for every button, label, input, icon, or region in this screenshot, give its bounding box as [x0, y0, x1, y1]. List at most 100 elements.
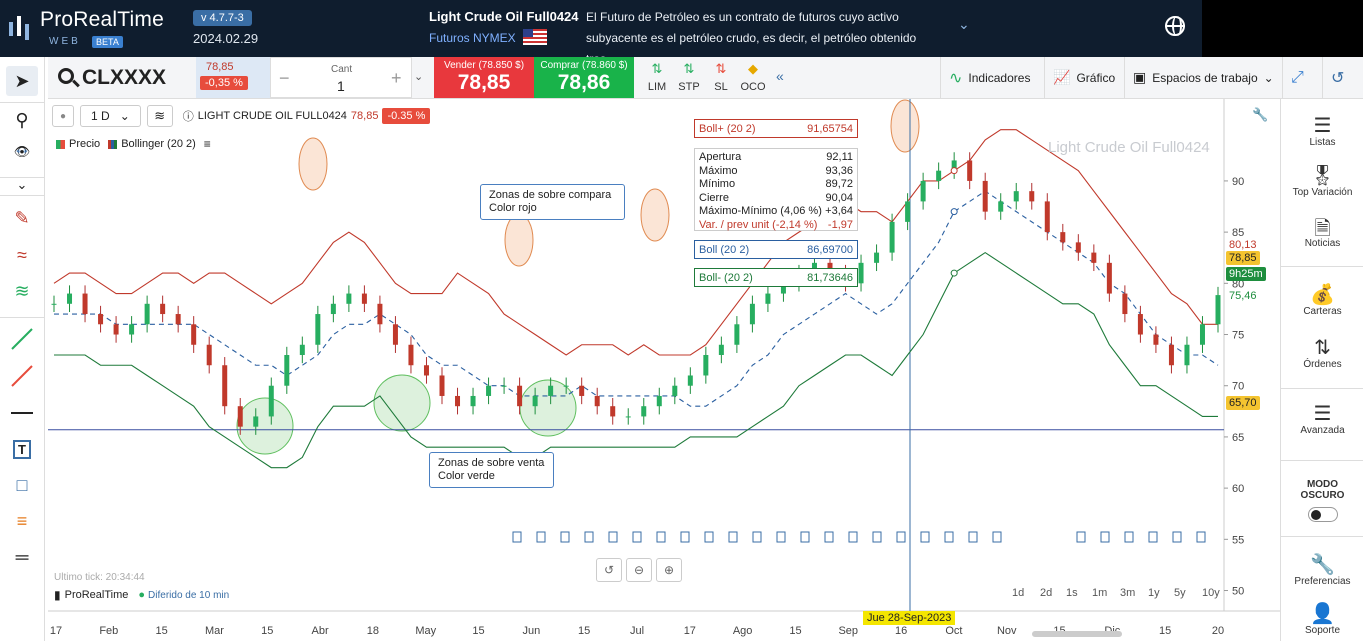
sell-button[interactable]: Vender (78.850 $) 78,85 — [434, 57, 534, 98]
hline-price-tag: 65,70 — [1226, 396, 1260, 410]
chart-type-icon[interactable]: ≋ — [146, 105, 173, 127]
tf-1s[interactable]: 1s — [1062, 585, 1082, 601]
refresh-icon[interactable]: ↺ — [1322, 57, 1363, 98]
info-icon[interactable]: ⓘ — [183, 108, 194, 124]
fullscreen-icon[interactable]: ⤢ — [1282, 57, 1322, 98]
app-logo[interactable]: ProRealTime WEB BETA — [6, 6, 196, 50]
oversold-note[interactable]: Zonas de sobre venta Color verde — [429, 452, 554, 488]
chart-button[interactable]: 📈 Gráfico — [1044, 57, 1124, 98]
candle-body — [439, 375, 445, 396]
x-tick-label: 15 — [789, 625, 801, 637]
buy-price: 78,86 — [557, 71, 611, 94]
chevron-down-icon[interactable]: ⌄ — [414, 70, 423, 83]
rectangle-add-icon[interactable]: □ — [6, 470, 38, 500]
top-variation-button[interactable]: 🎖 Top Variación — [1281, 163, 1363, 198]
version-badge: v 4.7.7-3 — [193, 10, 252, 26]
lock-icon[interactable]: ● — [52, 105, 74, 127]
limit-order-button[interactable]: ⇅ LIM — [642, 61, 672, 93]
ohlc-row: Mínimo 89,72 — [699, 178, 853, 190]
x-tick-label: 20 — [1212, 625, 1224, 637]
dark-mode-toggle[interactable] — [1308, 507, 1338, 522]
candle-body — [687, 375, 693, 386]
text-tool-icon[interactable]: T — [6, 434, 38, 464]
chart-area[interactable]: 50 55 60 65 70 75 80 85 90 17 Feb 15 Mar 15 Abr 18 May 15… — [48, 99, 1280, 641]
zoom-in-icon[interactable]: ⊕ — [656, 558, 682, 582]
candle-body — [889, 221, 895, 253]
tf-1m[interactable]: 1m — [1088, 585, 1111, 601]
band-cursor-marker — [950, 208, 958, 216]
collapse-icon[interactable]: « — [776, 68, 784, 84]
quantity-stepper[interactable]: − Cant 1 + — [270, 57, 412, 98]
globe-icon[interactable] — [1165, 16, 1185, 36]
chart-title: LIGHT CRUDE OIL FULL0424 — [197, 110, 347, 122]
format-icon[interactable]: ≡ — [6, 506, 38, 536]
news-button[interactable]: 🗎 Noticias — [1281, 214, 1363, 249]
eye-icon[interactable]: 👁 — [6, 137, 38, 167]
qty-value[interactable]: 1 — [337, 78, 345, 94]
order-bar: CLXXXX 78,85 -0,35 % − Cant 1 + ⌄ Vender… — [48, 57, 1363, 99]
candle-body — [1137, 314, 1143, 335]
support-button[interactable]: 👤 Soporte — [1281, 601, 1363, 636]
candle-body — [222, 365, 228, 407]
ohlc-row: Apertura 92,11 — [699, 151, 853, 163]
ruler-icon[interactable]: ═ — [6, 542, 38, 572]
channel-icon[interactable]: ≋ — [6, 276, 38, 306]
trendline-pen-icon[interactable]: ✎ — [6, 203, 38, 233]
legend-menu-icon[interactable]: ≡ — [204, 137, 211, 151]
legend-price[interactable]: Precio — [56, 138, 100, 150]
indicators-button[interactable]: ∿ Indicadores — [940, 57, 1044, 98]
zoom-controls: ↺ ⊖ ⊕ — [596, 558, 682, 582]
candle-body — [610, 406, 616, 417]
candle-body — [408, 344, 414, 366]
tf-5y[interactable]: 5y — [1170, 585, 1190, 601]
portfolios-button[interactable]: 💰 Carteras — [1281, 282, 1363, 317]
beta-badge: BETA — [92, 36, 123, 48]
overbought-note[interactable]: Zonas de sobre compara Color rojo — [480, 184, 625, 220]
chevron-down-icon[interactable]: ⌄ — [958, 16, 970, 33]
tf-1d[interactable]: 1d — [1008, 585, 1028, 601]
advanced-button[interactable]: ☰ Avanzada — [1281, 401, 1363, 436]
reset-zoom-icon[interactable]: ↺ — [596, 558, 622, 582]
candle-body — [672, 385, 678, 396]
x-tick-label: 15 — [261, 625, 273, 637]
workspaces-button[interactable]: ▣ Espacios de trabajo ⌄ — [1124, 57, 1282, 98]
wrench-icon[interactable]: 🔧 — [1252, 107, 1268, 123]
period-select[interactable]: 1 D ⌄ — [80, 105, 141, 127]
last-tick: Ultimo tick: 20:34:44 — [54, 572, 145, 583]
qty-plus-button[interactable]: + — [391, 68, 402, 89]
candle-body — [486, 385, 492, 396]
buy-button[interactable]: Comprar (78.860 $) 78,86 — [534, 57, 634, 98]
event-icon — [1124, 531, 1134, 543]
green-line-icon[interactable] — [6, 324, 38, 354]
preferences-button[interactable]: 🔧 Preferencias — [1281, 552, 1363, 587]
red-line-icon[interactable] — [6, 361, 38, 391]
pointer-icon[interactable]: ➤ — [6, 66, 38, 96]
legend-bollinger[interactable]: Bollinger (20 2) — [108, 138, 196, 150]
ticker-search[interactable]: CLXXXX — [48, 57, 196, 98]
oco-order-button[interactable]: ◆ OCO — [738, 61, 768, 93]
band-cursor-marker — [950, 167, 958, 175]
tf-3m[interactable]: 3m — [1116, 585, 1139, 601]
change-badge: -0,35 % — [200, 76, 248, 90]
event-icon — [872, 531, 882, 543]
tf-10y[interactable]: 10y — [1198, 585, 1224, 601]
candle-body — [67, 293, 73, 304]
tf-1y[interactable]: 1y — [1144, 585, 1164, 601]
candle-body — [1168, 344, 1174, 366]
horizontal-scrollbar[interactable] — [1032, 631, 1122, 637]
qty-minus-button[interactable]: − — [279, 68, 290, 89]
us-flag-icon — [523, 29, 547, 45]
oversold-zone-circle — [373, 374, 431, 432]
tf-2d[interactable]: 2d — [1036, 585, 1056, 601]
candle-body — [501, 385, 507, 387]
lists-button[interactable]: ☰ Listas — [1281, 113, 1363, 148]
stop-limit-order-button[interactable]: ⇅ SL — [706, 61, 736, 93]
zoom-icon[interactable]: ⚲ — [6, 105, 38, 135]
orders-button[interactable]: ⇅ Órdenes — [1281, 335, 1363, 370]
horizontal-line-icon[interactable] — [6, 398, 38, 428]
zoom-out-icon[interactable]: ⊖ — [626, 558, 652, 582]
delay-icon: ● — [138, 589, 146, 601]
ohlc-tooltip: Apertura 92,11 Máximo 93,36 Mínimo 89,72 Ci… — [694, 148, 858, 231]
fibonacci-icon[interactable]: ≈ — [6, 240, 38, 270]
stop-order-button[interactable]: ⇅ STP — [674, 61, 704, 93]
